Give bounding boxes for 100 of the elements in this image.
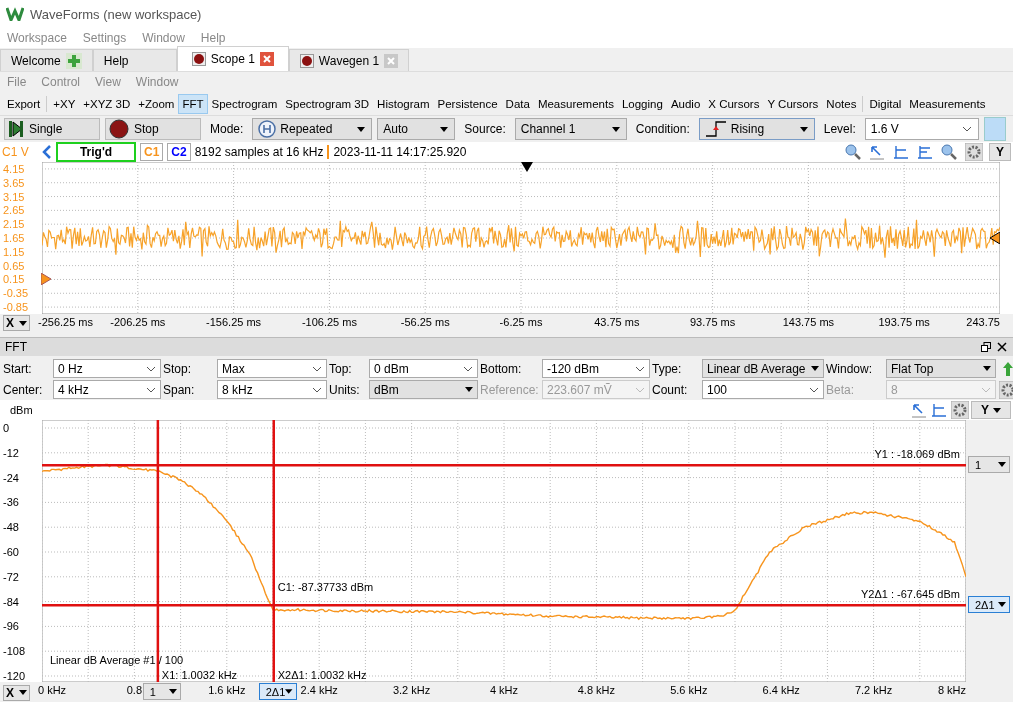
record-dot-icon xyxy=(299,53,314,68)
axis-tick-label: -56.25 ms xyxy=(400,316,450,328)
trace-legend: Linear dB Average #1 / 100 xyxy=(50,654,184,666)
toolbar-tab[interactable]: Audio xyxy=(666,93,705,114)
toolbar-tab[interactable]: +XY xyxy=(49,93,80,114)
tab-label: Welcome xyxy=(11,53,61,68)
toolbar-tab[interactable]: Measurements xyxy=(905,93,990,114)
x-axis-button[interactable]: X xyxy=(3,315,30,331)
ruler-icon[interactable] xyxy=(931,402,947,418)
dropdown[interactable]: Rising xyxy=(698,118,815,140)
tab[interactable]: Help xyxy=(92,49,177,71)
toolbar-tab[interactable]: Histogram xyxy=(373,93,434,114)
tab[interactable]: Welcome xyxy=(0,49,93,71)
toolbar-tab[interactable]: Notes xyxy=(822,93,861,114)
menu-item[interactable]: Settings xyxy=(82,31,127,45)
axis-tick-label: -24 xyxy=(3,470,19,485)
dropdown[interactable]: dBm xyxy=(369,380,478,399)
dropdown[interactable]: Auto xyxy=(377,118,456,140)
axis-tick-label: 6.4 kHz xyxy=(762,684,800,696)
up-arrow-icon[interactable] xyxy=(1002,360,1013,377)
combo-field[interactable]: 0 Hz xyxy=(53,359,161,378)
tab[interactable]: Scope 1 xyxy=(176,46,289,71)
settings-icon[interactable] xyxy=(999,380,1013,399)
acquisition-info: 8192 samples at 16 kHz xyxy=(194,145,324,159)
level-combo[interactable]: 1.6 V xyxy=(864,118,979,140)
toolbar-tab[interactable]: +Zoom xyxy=(134,93,179,114)
stop-button[interactable]: Stop xyxy=(105,118,201,140)
combo-field[interactable]: 100 xyxy=(702,380,824,399)
chevron-icon xyxy=(981,386,991,393)
y-axis-button[interactable]: Y xyxy=(971,401,1011,419)
zoom-icon[interactable] xyxy=(845,144,861,160)
toolbar-tab[interactable]: FFT xyxy=(178,93,208,114)
combo-field: 8 xyxy=(886,380,996,399)
combo-field: 223.607 mṼ xyxy=(542,380,650,399)
axis-tick-label: -12 xyxy=(3,445,19,460)
x-axis-button[interactable]: X xyxy=(3,684,30,701)
axis-tick-label: 2.15 xyxy=(3,217,25,232)
toolbar-tab[interactable]: Measurements xyxy=(533,93,618,114)
toolbar-tab[interactable]: Logging xyxy=(617,93,667,114)
zoom-icon[interactable] xyxy=(941,144,957,160)
cursor-readout: Y1 : -18.069 dBm xyxy=(874,448,960,461)
y-axis-button[interactable]: Y xyxy=(989,143,1011,161)
cursor-dropdown[interactable]: 1 xyxy=(142,683,181,700)
cursor-arrow-icon[interactable] xyxy=(911,402,927,418)
settings-icon[interactable] xyxy=(965,143,983,161)
timestamp: 2023-11-11 14:17:25.920 xyxy=(333,145,467,159)
axis-tick-label: 0.15 xyxy=(3,272,25,287)
ruler-icon[interactable] xyxy=(917,144,933,160)
ruler-icon[interactable] xyxy=(893,144,909,160)
dropdown[interactable]: Flat Top xyxy=(886,359,996,378)
dropdown[interactable]: Channel 1 xyxy=(514,118,627,140)
toolbar-tab[interactable]: Digital xyxy=(865,93,906,114)
toolbar-tab[interactable]: +XYZ 3D xyxy=(79,93,135,114)
combo-field[interactable]: 0 dBm xyxy=(369,359,478,378)
chevron-icon xyxy=(961,126,972,132)
cursor-dropdown[interactable]: 2Δ1 xyxy=(258,683,297,700)
dropdown-arrow-icon xyxy=(811,366,819,371)
toolbar-tab[interactable]: Spectrogram 3D xyxy=(281,93,374,114)
close-icon[interactable] xyxy=(997,342,1007,352)
axis-tick-label: 143.75 ms xyxy=(782,316,835,328)
menu-item[interactable]: Workspace xyxy=(7,31,67,45)
chevron-icon xyxy=(146,365,156,372)
toolbar-tab[interactable]: Y Cursors xyxy=(763,93,823,114)
axis-tick-label: 4.15 xyxy=(3,161,25,176)
toolbar-tab[interactable]: Spectrogram xyxy=(207,93,282,114)
combo-field[interactable]: 4 kHz xyxy=(53,380,161,399)
toolbar-tab[interactable]: Export xyxy=(3,93,45,114)
dropdown[interactable]: Repeated xyxy=(252,118,373,140)
axis-tick-label: 8 kHz xyxy=(937,684,966,696)
chevron-icon xyxy=(463,365,473,372)
axis-tick-label: 0 kHz xyxy=(38,684,67,696)
toolbar-tab[interactable]: Data xyxy=(501,93,534,114)
combo-field[interactable]: -120 dBm xyxy=(542,359,650,378)
tab[interactable]: Wavegen 1 xyxy=(288,49,410,71)
repeat-icon xyxy=(258,120,277,138)
chevron-icon xyxy=(635,386,645,393)
cursor-dropdown[interactable]: 1 xyxy=(968,456,1010,474)
plus-icon[interactable] xyxy=(65,52,82,69)
combo-field[interactable]: Max xyxy=(217,359,327,378)
axis-tick-label: 1.65 xyxy=(3,231,25,245)
settings-icon[interactable] xyxy=(951,401,969,419)
cursor-dropdown[interactable]: 2Δ1 xyxy=(968,596,1010,614)
toolbar-tab[interactable]: X Cursors xyxy=(704,93,764,114)
menu-item[interactable]: Help xyxy=(200,31,226,45)
axis-tick-label: -48 xyxy=(3,520,19,535)
horizontal-cursor-line[interactable] xyxy=(42,603,966,607)
single-button[interactable]: Single xyxy=(4,118,100,140)
combo-field[interactable]: 8 kHz xyxy=(217,380,327,399)
axis-tick-label: -156.25 ms xyxy=(206,316,262,328)
toolbar-tab[interactable]: Persistence xyxy=(433,93,502,114)
cursor-arrow-icon[interactable] xyxy=(869,144,885,160)
channel-button[interactable]: C2 xyxy=(167,143,191,161)
record-dot-icon xyxy=(191,52,206,66)
dropdown-arrow-icon xyxy=(993,407,1001,413)
dropdown[interactable]: Linear dB Average xyxy=(702,359,824,378)
axis-tick-label: -96 xyxy=(3,619,19,634)
menu-item[interactable]: Window xyxy=(142,31,185,45)
restore-icon[interactable] xyxy=(981,342,991,352)
vertical-cursor-line[interactable] xyxy=(156,420,160,682)
field-label: Source: xyxy=(463,122,507,136)
